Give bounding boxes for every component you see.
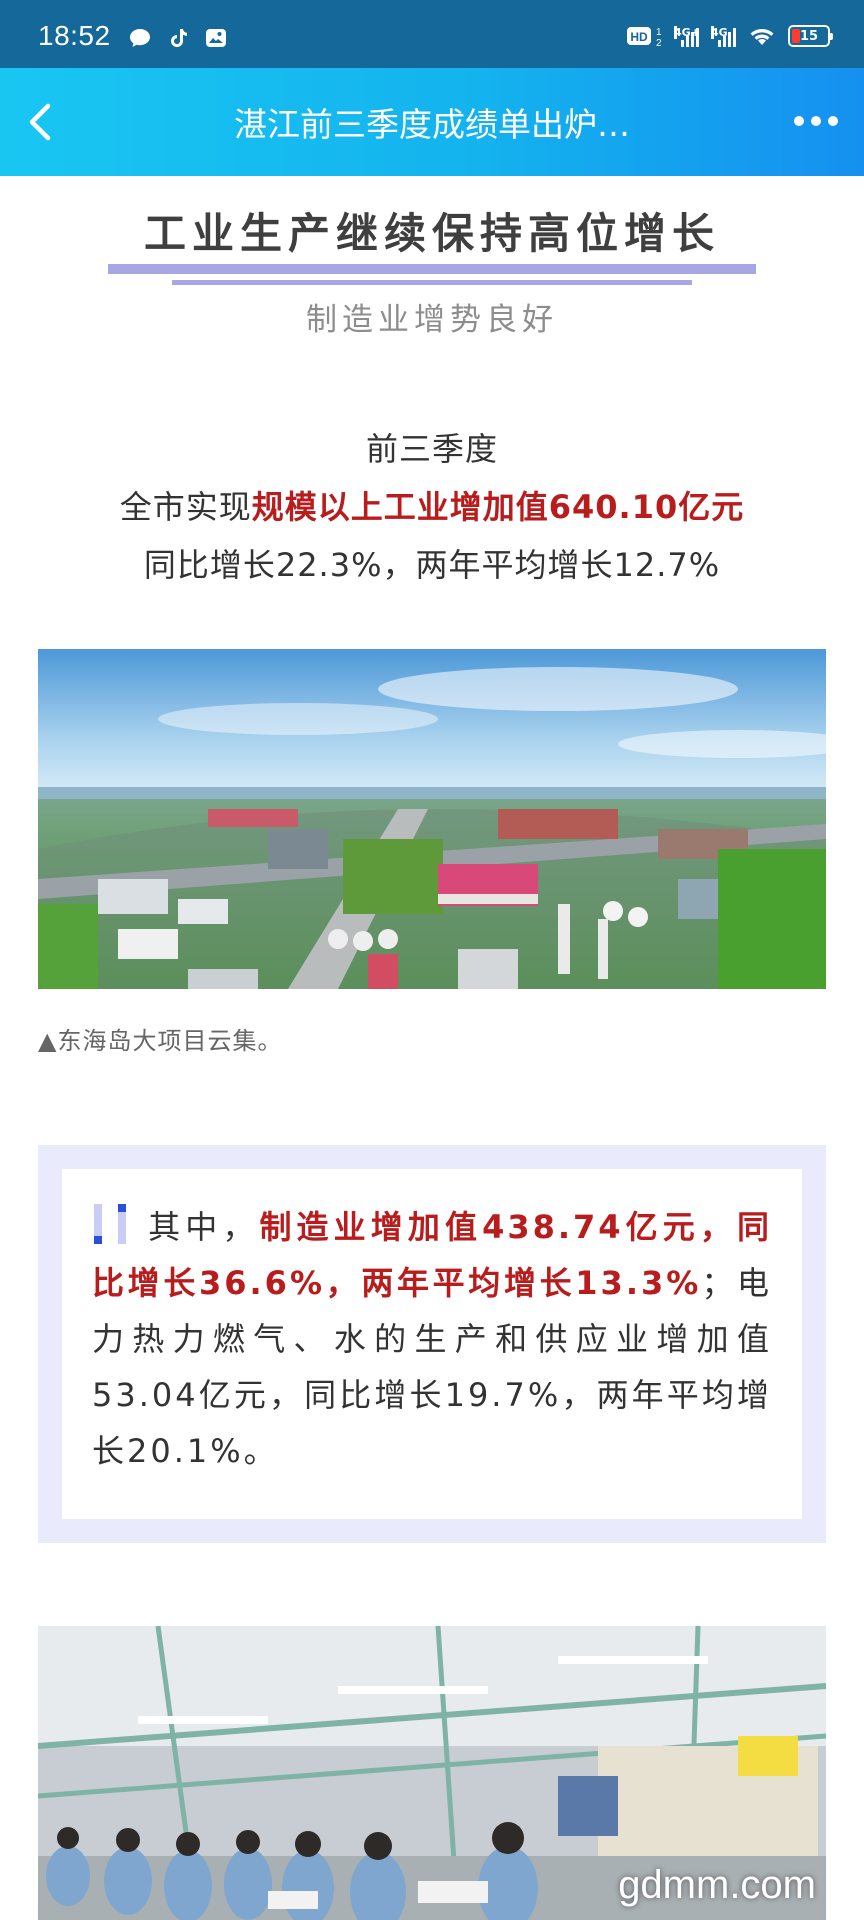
stat-prefix: 全市实现: [119, 488, 252, 526]
wifi-icon: [750, 29, 774, 45]
quote-mark-icon: [94, 1204, 126, 1244]
system-status-icons: HD 1 2 4G+ 4G 15: [626, 24, 833, 48]
sim2-network-label: 4G: [711, 26, 728, 39]
message-icon: [130, 29, 150, 47]
section-heading: 工业生产继续保持高位增长 制造业增势良好: [0, 190, 864, 338]
chevron-left-icon: [29, 103, 51, 141]
stat-line-1: 前三季度: [365, 430, 498, 468]
back-button[interactable]: [14, 94, 70, 150]
svg-text:HD: HD: [630, 30, 648, 44]
factory-photo[interactable]: gdmm.com: [38, 1626, 826, 1920]
status-time: 18:52: [38, 20, 111, 51]
svg-text:1: 1: [656, 27, 662, 38]
watermark: gdmm.com: [618, 1863, 816, 1907]
sim1-network-label: 4G+: [674, 26, 700, 39]
battery-level: 15: [799, 28, 819, 44]
heading-underline-thin: [172, 280, 692, 285]
section-subtitle: 制造业增势良好: [306, 302, 558, 338]
heading-underline: [108, 264, 756, 274]
quote-prefix: 其中，: [146, 1208, 260, 1246]
stat-line-3: 同比增长22.3%，两年平均增长12.7%: [143, 546, 721, 584]
section-title: 工业生产继续保持高位增长: [143, 209, 720, 258]
gallery-icon: [206, 29, 226, 47]
nav-bar: 湛江前三季度成绩单出炉…: [0, 68, 864, 176]
tiktok-icon: [171, 29, 187, 47]
signal-sim2-icon: 4G: [711, 25, 736, 47]
highlight-box: 其中，制造业增加值438.74亿元，同比增长36.6%，两年平均增长13.3%；…: [38, 1145, 826, 1543]
highlight-paragraph: 其中，制造业增加值438.74亿元，同比增长36.6%，两年平均增长13.3%；…: [92, 1199, 772, 1479]
hd-voice-icon: HD 1 2: [627, 27, 662, 48]
stat-line-2: 全市实现规模以上工业增加值640.10亿元: [0, 478, 864, 536]
photo-caption: ▲东海岛大项目云集。: [38, 1027, 283, 1055]
page-title: 湛江前三季度成绩单出炉…: [234, 105, 630, 144]
signal-sim1-icon: 4G+: [674, 25, 700, 47]
highlight-box-inner: 其中，制造业增加值438.74亿元，同比增长36.6%，两年平均增长13.3%；…: [62, 1169, 802, 1519]
battery-icon: 15: [788, 25, 833, 47]
stat-highlight: 规模以上工业增加值640.10亿元: [251, 488, 745, 526]
svg-text:2: 2: [656, 38, 662, 48]
stat-summary: 前三季度 全市实现规模以上工业增加值640.10亿元 同比增长22.3%，两年平…: [0, 420, 864, 594]
more-button[interactable]: [786, 106, 846, 136]
industrial-park-photo[interactable]: [38, 649, 826, 989]
status-bar: 18:52 HD 1 2 4G+ 4G 15: [0, 0, 864, 68]
more-dots-icon: [794, 116, 804, 126]
notification-icons: [128, 26, 228, 50]
aerial-industrial-image: [38, 649, 826, 989]
